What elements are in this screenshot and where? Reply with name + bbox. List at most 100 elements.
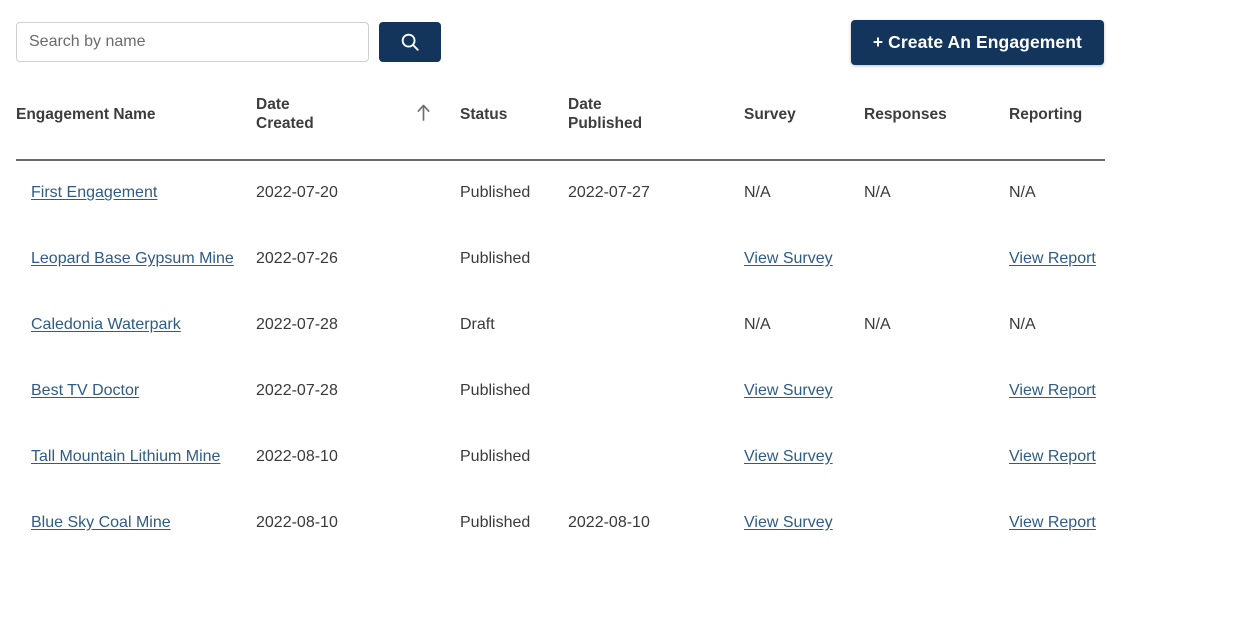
reporting-cell-link[interactable]: View Report bbox=[1009, 448, 1096, 465]
engagement-name-link-link[interactable]: Best TV Doctor bbox=[31, 382, 139, 399]
survey-cell: View Survey bbox=[744, 226, 864, 292]
column-header-label-line2: Published bbox=[568, 114, 643, 132]
column-header-label: Survey bbox=[744, 105, 796, 123]
table-row: Tall Mountain Lithium Mine 2022-08-10 Publ… bbox=[16, 424, 1105, 490]
engagement-name-link-link[interactable]: Tall Mountain Lithium Mine bbox=[31, 448, 220, 465]
engagements-table-container: Engagement Name Date Created Status Date… bbox=[16, 84, 1105, 556]
reporting-cell-link[interactable]: View Report bbox=[1009, 250, 1096, 267]
engagement-name-link: First Engagement bbox=[16, 160, 256, 226]
status-cell: Published bbox=[460, 490, 568, 556]
date-published-cell-text: 2022-08-10 bbox=[568, 513, 650, 531]
status-cell-text: Published bbox=[460, 184, 531, 202]
reporting-cell: N/A bbox=[1009, 160, 1105, 226]
reporting-cell: View Report bbox=[1009, 490, 1105, 556]
date-created-cell-text: 2022-07-26 bbox=[256, 249, 338, 267]
survey-cell: View Survey bbox=[744, 358, 864, 424]
table-row: First Engagement 2022-07-20 Published 2022-… bbox=[16, 160, 1105, 226]
responses-cell-text: N/A bbox=[864, 315, 891, 333]
engagement-name-link: Best TV Doctor bbox=[16, 358, 256, 424]
column-header-label: Engagement Name bbox=[16, 105, 156, 123]
reporting-cell: View Report bbox=[1009, 358, 1105, 424]
date-published-cell: 2022-08-10 bbox=[568, 490, 744, 556]
status-cell: Published bbox=[460, 160, 568, 226]
status-cell: Draft bbox=[460, 292, 568, 358]
table-header-row: Engagement Name Date Created Status Date… bbox=[16, 84, 1105, 161]
column-header-date-published[interactable]: Date Published bbox=[568, 84, 744, 161]
reporting-cell: View Report bbox=[1009, 424, 1105, 490]
engagements-table: Engagement Name Date Created Status Date… bbox=[16, 84, 1105, 556]
date-created-cell-text: 2022-07-20 bbox=[256, 184, 338, 202]
date-created-cell: 2022-07-20 bbox=[256, 160, 460, 226]
engagement-name-link-link[interactable]: Blue Sky Coal Mine bbox=[31, 514, 171, 531]
sort-toggle-date-created[interactable] bbox=[416, 84, 460, 161]
date-created-cell-text: 2022-08-10 bbox=[256, 447, 338, 465]
engagement-name-link: Blue Sky Coal Mine bbox=[16, 490, 256, 556]
reporting-cell: View Report bbox=[1009, 226, 1105, 292]
survey-cell: N/A bbox=[744, 292, 864, 358]
search-button[interactable] bbox=[379, 22, 441, 62]
survey-cell-link[interactable]: View Survey bbox=[744, 382, 833, 399]
column-header-status[interactable]: Status bbox=[460, 84, 568, 161]
table-row: Best TV Doctor 2022-07-28 Published View Su… bbox=[16, 358, 1105, 424]
table-header: Engagement Name Date Created Status Date… bbox=[16, 84, 1105, 161]
engagement-name-link-link[interactable]: Leopard Base Gypsum Mine bbox=[31, 250, 234, 267]
status-cell-text: Draft bbox=[460, 315, 495, 333]
responses-cell bbox=[864, 490, 1009, 556]
column-header-label-line1: Date bbox=[256, 95, 290, 113]
date-created-cell: 2022-07-28 bbox=[256, 292, 460, 358]
reporting-cell-link[interactable]: View Report bbox=[1009, 382, 1096, 399]
engagement-name-link: Leopard Base Gypsum Mine bbox=[16, 226, 256, 292]
engagement-name-link-link[interactable]: Caledonia Waterpark bbox=[31, 316, 181, 333]
date-created-cell: 2022-08-10 bbox=[256, 490, 460, 556]
date-created-cell-text: 2022-08-10 bbox=[256, 513, 338, 531]
survey-cell: View Survey bbox=[744, 424, 864, 490]
survey-cell-link[interactable]: View Survey bbox=[744, 448, 833, 465]
create-engagement-button[interactable]: + Create An Engagement bbox=[850, 20, 1104, 65]
column-header-label: Responses bbox=[864, 105, 947, 123]
status-cell-text: Published bbox=[460, 381, 531, 399]
responses-cell: N/A bbox=[864, 292, 1009, 358]
search-group bbox=[16, 22, 441, 62]
survey-cell-link[interactable]: View Survey bbox=[744, 514, 833, 531]
column-header-label: Status bbox=[460, 105, 508, 123]
engagement-name-link: Caledonia Waterpark bbox=[16, 292, 256, 358]
status-cell: Published bbox=[460, 226, 568, 292]
date-published-cell bbox=[568, 424, 744, 490]
column-header-engagement-name[interactable]: Engagement Name bbox=[16, 84, 256, 161]
date-published-cell bbox=[568, 358, 744, 424]
column-header-survey[interactable]: Survey bbox=[744, 84, 864, 161]
status-cell-text: Published bbox=[460, 447, 531, 465]
date-published-cell: 2022-07-27 bbox=[568, 160, 744, 226]
survey-cell-text: N/A bbox=[744, 315, 771, 333]
column-header-responses[interactable]: Responses bbox=[864, 84, 1009, 161]
survey-cell: N/A bbox=[744, 160, 864, 226]
column-header-label-line2: Created bbox=[256, 114, 314, 132]
date-published-cell-text: 2022-07-27 bbox=[568, 184, 650, 202]
status-cell: Published bbox=[460, 358, 568, 424]
reporting-cell: N/A bbox=[1009, 292, 1105, 358]
survey-cell-text: N/A bbox=[744, 184, 771, 202]
responses-cell bbox=[864, 424, 1009, 490]
date-created-cell-text: 2022-07-28 bbox=[256, 315, 338, 333]
date-created-cell: 2022-08-10 bbox=[256, 424, 460, 490]
column-header-date-created[interactable]: Date Created bbox=[256, 84, 416, 161]
date-created-cell: 2022-07-26 bbox=[256, 226, 460, 292]
reporting-cell-link[interactable]: View Report bbox=[1009, 514, 1096, 531]
status-cell: Published bbox=[460, 424, 568, 490]
date-published-cell bbox=[568, 226, 744, 292]
column-header-label: Reporting bbox=[1009, 105, 1083, 123]
responses-cell-text: N/A bbox=[864, 184, 891, 202]
responses-cell bbox=[864, 358, 1009, 424]
search-icon bbox=[399, 31, 421, 53]
date-published-cell bbox=[568, 292, 744, 358]
date-created-cell: 2022-07-28 bbox=[256, 358, 460, 424]
reporting-cell-text: N/A bbox=[1009, 315, 1036, 333]
search-input[interactable] bbox=[16, 22, 369, 62]
column-header-reporting[interactable]: Reporting bbox=[1009, 84, 1105, 161]
responses-cell bbox=[864, 226, 1009, 292]
survey-cell-link[interactable]: View Survey bbox=[744, 250, 833, 267]
engagement-name-link-link[interactable]: First Engagement bbox=[31, 184, 157, 201]
table-row: Blue Sky Coal Mine 2022-08-10 Published 202… bbox=[16, 490, 1105, 556]
reporting-cell-text: N/A bbox=[1009, 184, 1036, 202]
survey-cell: View Survey bbox=[744, 490, 864, 556]
